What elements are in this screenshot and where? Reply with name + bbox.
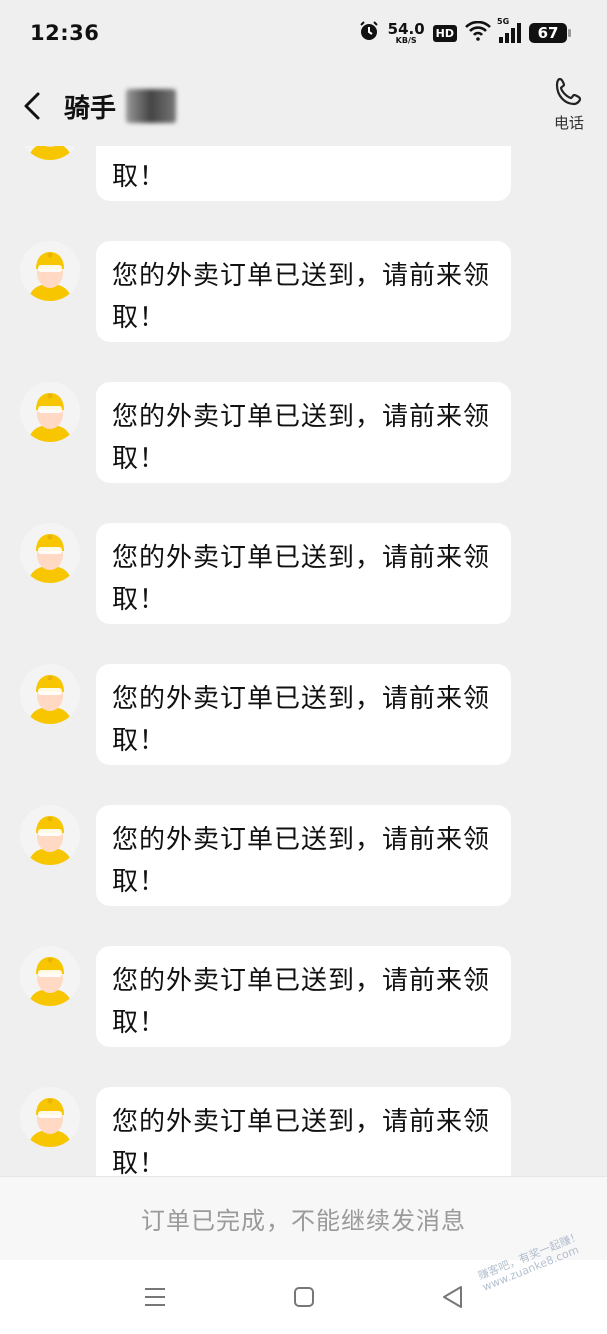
- status-bar: 12:36 54.0 KB/S HD 5G 67: [0, 0, 607, 66]
- message-row: 您的外卖订单已送到，请前来领取！: [0, 146, 607, 241]
- alarm-icon: [358, 20, 380, 46]
- rider-avatar[interactable]: [20, 805, 80, 865]
- chat-header: 骑手 电话: [0, 66, 607, 146]
- wifi-icon: [465, 20, 491, 45]
- message-bubble[interactable]: 您的外卖订单已送到，请前来领取！: [96, 805, 511, 906]
- network-speed: 54.0 KB/S: [387, 19, 425, 45]
- message-row: 您的外卖订单已送到，请前来领取！: [0, 805, 607, 946]
- nav-recents-button[interactable]: [135, 1277, 175, 1317]
- message-row: 您的外卖订单已送到，请前来领取！: [0, 241, 607, 382]
- chat-closed-notice: 订单已完成，不能继续发消息: [0, 1176, 607, 1260]
- rider-avatar[interactable]: [20, 664, 80, 724]
- rider-avatar[interactable]: [20, 1087, 80, 1147]
- page-title: 骑手: [64, 93, 117, 124]
- message-list[interactable]: 您的外卖订单已送到，请前来领取！ 您的外卖订单已送到，请前来领取！: [0, 146, 607, 1176]
- rider-avatar[interactable]: [20, 523, 80, 583]
- cellular-signal-icon: 5G: [497, 17, 521, 43]
- chat-screen: 12:36 54.0 KB/S HD 5G 67 骑手 电话 取！ 您的外卖订单…: [0, 0, 607, 1334]
- rider-avatar[interactable]: [20, 382, 80, 442]
- menu-lines-icon: [144, 1288, 165, 1306]
- message-row: 您的外卖订单已送到，请前来领取！: [0, 946, 607, 1087]
- message-row: 您的外卖订单已送到，请前来领取！: [0, 523, 607, 664]
- nav-back-button[interactable]: [433, 1277, 473, 1317]
- triangle-back-icon: [442, 1286, 462, 1308]
- nav-home-button[interactable]: [284, 1277, 324, 1317]
- call-label: 电话: [553, 114, 584, 132]
- call-button[interactable]: 电话: [553, 76, 585, 133]
- square-icon: [293, 1287, 314, 1307]
- message-bubble[interactable]: 您的外卖订单已送到，请前来领取！: [96, 146, 511, 201]
- chevron-left-icon: [24, 92, 40, 120]
- message-bubble[interactable]: 您的外卖订单已送到，请前来领取！: [96, 382, 511, 483]
- status-time: 12:36: [30, 21, 100, 45]
- message-row: 您的外卖订单已送到，请前来领取！: [0, 382, 607, 523]
- message-bubble[interactable]: 您的外卖订单已送到，请前来领取！: [96, 523, 511, 624]
- message-bubble[interactable]: 您的外卖订单已送到，请前来领取！: [96, 241, 511, 342]
- status-icons: 54.0 KB/S HD 5G 67: [358, 17, 571, 46]
- notice-text: 订单已完成，不能继续发消息: [141, 1207, 466, 1235]
- message-row: 您的外卖订单已送到，请前来领取！: [0, 664, 607, 805]
- message-bubble[interactable]: 您的外卖订单已送到，请前来领取！: [96, 1087, 511, 1176]
- chat-title: 骑手: [64, 88, 177, 125]
- battery-indicator: 67: [529, 23, 571, 43]
- message-bubble[interactable]: 您的外卖订单已送到，请前来领取！: [96, 664, 511, 765]
- phone-icon: [555, 77, 582, 106]
- redacted-name: [126, 89, 177, 123]
- message-bubble[interactable]: 您的外卖订单已送到，请前来领取！: [96, 946, 511, 1047]
- back-button[interactable]: [0, 66, 64, 146]
- message-row: 您的外卖订单已送到，请前来领取！: [0, 1087, 607, 1176]
- rider-avatar[interactable]: [20, 946, 80, 1006]
- hd-badge: HD: [432, 24, 457, 42]
- rider-avatar[interactable]: [20, 146, 80, 160]
- rider-avatar[interactable]: [20, 241, 80, 301]
